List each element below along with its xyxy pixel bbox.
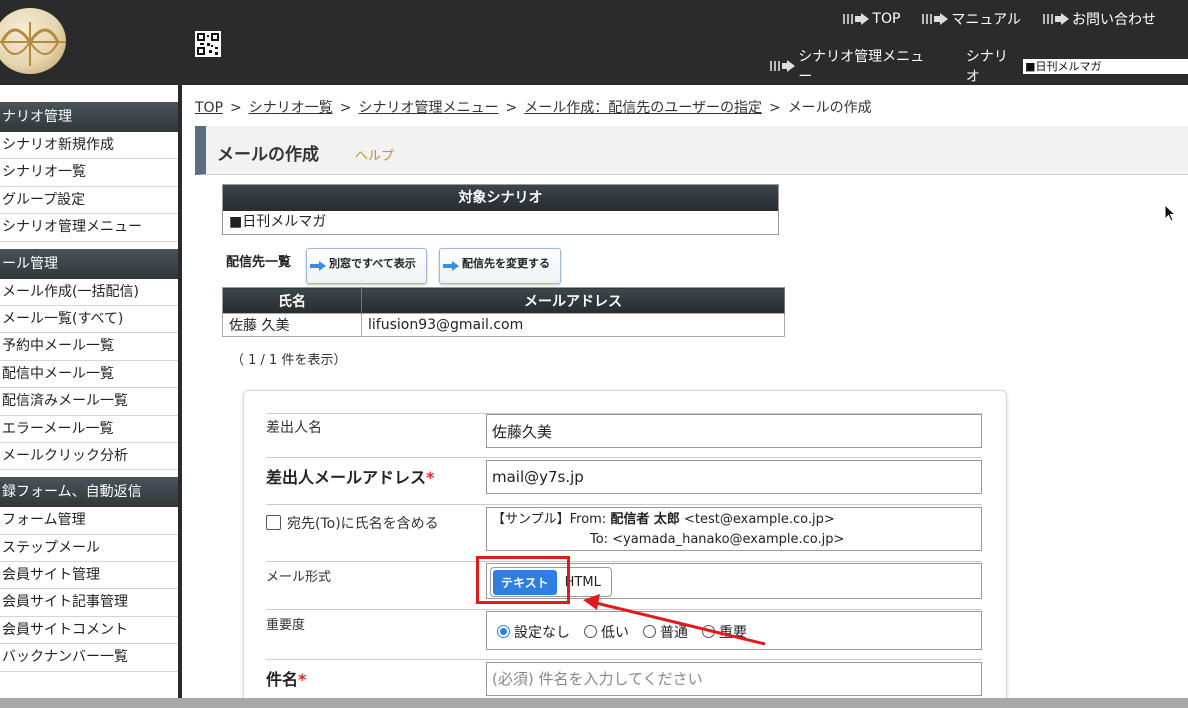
annotation-arrow-icon bbox=[583, 594, 766, 646]
mouse-cursor-icon bbox=[1164, 204, 1177, 222]
bottom-scrollbar[interactable] bbox=[0, 698, 1188, 708]
